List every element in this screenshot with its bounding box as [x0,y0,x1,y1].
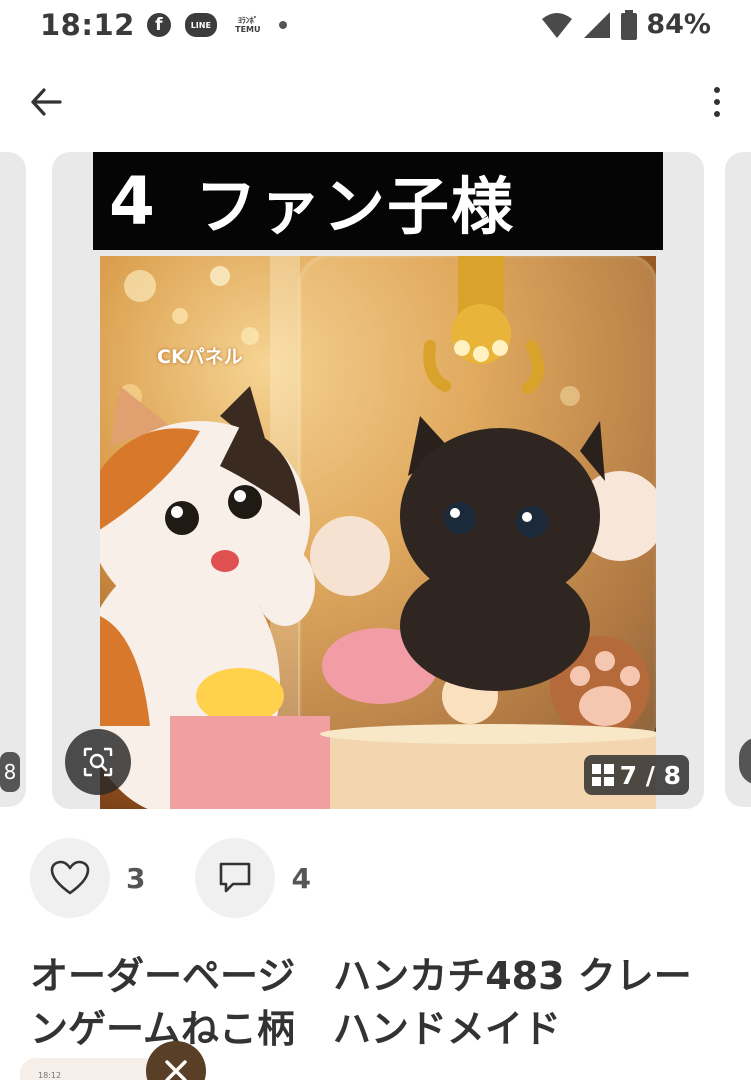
image-counter-text: 7 / 8 [619,760,681,790]
more-vert-dot [714,99,720,105]
next-image-card[interactable] [725,152,751,807]
close-icon [165,1060,187,1080]
more-vert-icon [714,87,720,93]
top-app-bar [0,70,751,134]
like-count: 3 [126,861,146,895]
comment-count: 4 [291,861,311,895]
back-button[interactable] [24,82,68,122]
image-counter-badge[interactable]: 7 / 8 [583,755,689,795]
product-image[interactable]: 4 ファン子様 CKパネル [93,152,663,809]
image-overlay-text: CKパネル [157,346,243,368]
lens-search-icon [83,747,113,777]
visual-search-button[interactable] [65,729,131,795]
temu-app-icon: ﾖﾗﾝﾎﾞ TEMU [231,16,265,34]
image-header-band: 4 ファン子様 [93,152,663,250]
comment-button[interactable] [195,838,276,918]
line-app-icon: LINE [184,13,217,37]
heart-icon [50,860,90,895]
temu-badge-line2: TEMU [235,25,261,34]
next-card-peek-control [739,737,751,785]
thumbnail-time-text: 18:12 [38,1071,62,1080]
cats-claw-machine-illustration [100,256,656,809]
facebook-icon: f [146,13,171,37]
like-button[interactable] [30,838,110,918]
more-options-button[interactable] [705,82,729,122]
temu-badge-line1: ﾖﾗﾝﾎﾞ [237,16,258,25]
comment-icon [220,862,251,893]
current-image-card[interactable]: 4 ファン子様 CKパネル 7 / 8 [52,152,704,809]
image-header-text: ファン子様 [194,170,515,243]
previous-image-card[interactable]: 8 [0,152,26,807]
cellular-signal-icon [584,11,611,38]
image-carousel[interactable]: 8 4 ファン子様 CKパネル 7 / 8 [0,152,751,809]
battery-icon [621,9,638,40]
engagement-actions: 3 4 [30,838,361,918]
battery-percent: 84% [646,9,711,40]
product-photo: CKパネル [100,256,656,809]
previous-card-peek-label: 8 [0,752,20,792]
more-notifications-dot-icon [278,21,287,29]
product-title: オーダーページ ハンカチ483 クレーンゲームねこ柄 ハンドメイド [30,954,692,1051]
grid-icon [591,764,614,786]
more-vert-dot [714,111,720,117]
notification-icons: f LINE ﾖﾗﾝﾎﾞ TEMU [146,13,287,37]
status-bar: 18:12 f LINE ﾖﾗﾝﾎﾞ TEMU 84% [0,0,751,50]
image-header-number: 4 [109,162,155,240]
wifi-icon [542,12,573,38]
system-icons: 84% [540,9,711,40]
status-time: 18:12 [40,8,135,42]
back-arrow-icon [31,88,62,116]
